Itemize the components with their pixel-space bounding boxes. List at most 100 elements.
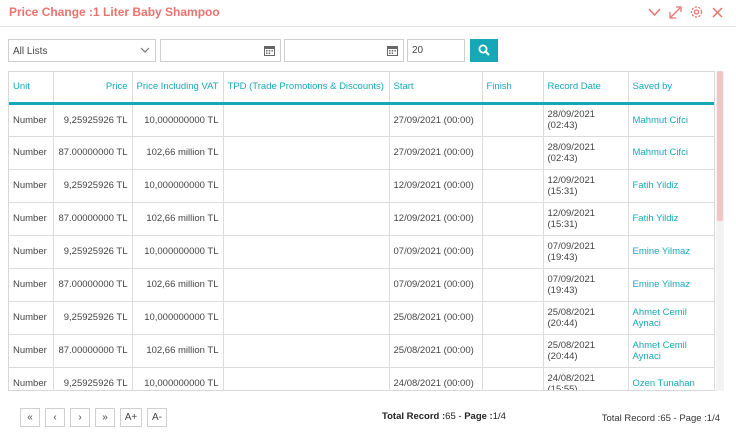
table-header-row: Unit Price Price Including VAT TPD (Trad…: [9, 72, 714, 105]
cell-unit: Number: [9, 136, 54, 170]
cell-start: 12/09/2021 (00:00): [389, 169, 483, 203]
next-page-button[interactable]: ›: [70, 408, 90, 427]
table-row[interactable]: Number 9,25925926 TL 10,000000000 TL 12/09/…: [9, 169, 714, 203]
cell-unit: Number: [9, 301, 54, 335]
cell-record-date: 28/09/2021 (02:43): [543, 103, 629, 137]
table-row[interactable]: Number 9,25925926 TL 10,000000000 TL 25/08/…: [9, 301, 714, 335]
cell-tpd: [223, 136, 390, 170]
cell-saved-by[interactable]: Mahmut Cifci: [628, 103, 714, 137]
start-date-input[interactable]: [160, 39, 281, 62]
cell-record-date: 12/09/2021 (15:31): [543, 169, 629, 203]
cell-price: 9,25925926 TL: [53, 367, 133, 390]
table-row[interactable]: Number 87.00000000 TL 102,66 million TL 07/…: [9, 268, 714, 302]
cell-record-date: 25/08/2021 (20:44): [543, 301, 629, 335]
cell-price: 9,25925926 TL: [53, 235, 133, 269]
cell-saved-by[interactable]: Ahmet Cemil Aynaci: [628, 301, 714, 335]
table-row[interactable]: Number 9,25925926 TL 10,000000000 TL 24/08/…: [9, 367, 714, 390]
cell-start: 24/08/2021 (00:00): [389, 367, 483, 390]
column-header-start[interactable]: Start: [389, 72, 483, 105]
cell-saved-by[interactable]: Ozen Tunahan: [628, 367, 714, 390]
cell-tpd: [223, 301, 390, 335]
cell-finish: [482, 169, 544, 203]
price-change-table: Unit Price Price Including VAT TPD (Trad…: [8, 71, 715, 391]
cell-tpd: [223, 103, 390, 137]
cell-record-date: 07/09/2021 (19:43): [543, 235, 629, 269]
table-scrollbar[interactable]: [716, 71, 724, 391]
page-value: 1/4: [492, 411, 506, 422]
font-increase-button[interactable]: A+: [120, 408, 142, 427]
cell-saved-by[interactable]: Emine Yilmaz: [628, 235, 714, 269]
cell-unit: Number: [9, 367, 54, 390]
cell-price: 87.00000000 TL: [53, 334, 133, 368]
gear-icon[interactable]: [690, 5, 703, 19]
table-row[interactable]: Number 9,25925926 TL 10,000000000 TL 27/09/…: [9, 103, 714, 137]
cell-start: 27/09/2021 (00:00): [389, 103, 483, 137]
end-date-input[interactable]: [284, 39, 404, 62]
cell-finish: [482, 301, 544, 335]
cell-unit: Number: [9, 235, 54, 269]
cell-tpd: [223, 334, 390, 368]
last-page-button[interactable]: »: [95, 408, 115, 427]
total-record-value: 65: [445, 411, 456, 422]
table-row[interactable]: Number 87.00000000 TL 102,66 million TL 25/…: [9, 334, 714, 368]
cell-saved-by[interactable]: Ahmet Cemil Aynaci: [628, 334, 714, 368]
cell-start: 07/09/2021 (00:00): [389, 235, 483, 269]
cell-record-date: 24/08/2021 (15:55): [543, 367, 629, 390]
cell-record-date: 25/08/2021 (20:44): [543, 334, 629, 368]
calendar-icon[interactable]: [264, 45, 275, 56]
column-header-price[interactable]: Price: [53, 72, 133, 105]
cell-finish: [482, 268, 544, 302]
window-header: Price Change :1 Liter Baby Shampoo: [0, 0, 736, 27]
cell-price-incl-vat: 10,000000000 TL: [132, 169, 224, 203]
column-header-tpd[interactable]: TPD (Trade Promotions & Discounts): [223, 72, 390, 105]
table-row[interactable]: Number 87.00000000 TL 102,66 million TL 27/…: [9, 136, 714, 170]
cell-saved-by[interactable]: Emine Yilmaz: [628, 268, 714, 302]
record-count-input[interactable]: [407, 39, 465, 62]
prev-page-button[interactable]: ‹: [45, 408, 65, 427]
close-icon[interactable]: [711, 5, 724, 19]
cell-finish: [482, 103, 544, 137]
total-record-label: Total Record :: [382, 411, 446, 422]
font-decrease-button[interactable]: A-: [147, 408, 167, 427]
cell-tpd: [223, 202, 390, 236]
record-summary-center: Total Record :65 - Page :1/4: [382, 411, 506, 422]
cell-price-incl-vat: 10,000000000 TL: [132, 103, 224, 137]
table-row[interactable]: Number 9,25925926 TL 10,000000000 TL 07/09/…: [9, 235, 714, 269]
column-header-finish[interactable]: Finish: [482, 72, 544, 105]
cell-start: 07/09/2021 (00:00): [389, 268, 483, 302]
search-button[interactable]: [470, 39, 498, 62]
cell-price-incl-vat: 10,000000000 TL: [132, 301, 224, 335]
column-header-record-date[interactable]: Record Date: [543, 72, 629, 105]
list-select[interactable]: All Lists: [8, 39, 156, 62]
cell-price: 9,25925926 TL: [53, 103, 133, 137]
calendar-icon[interactable]: [387, 45, 398, 56]
cell-tpd: [223, 268, 390, 302]
list-select-value: All Lists: [13, 46, 48, 57]
table-row[interactable]: Number 87.00000000 TL 102,66 million TL 12/…: [9, 202, 714, 236]
cell-start: 27/09/2021 (00:00): [389, 136, 483, 170]
cell-price: 87.00000000 TL: [53, 136, 133, 170]
cell-record-date: 28/09/2021 (02:43): [543, 136, 629, 170]
cell-start: 25/08/2021 (00:00): [389, 334, 483, 368]
cell-start: 12/09/2021 (00:00): [389, 202, 483, 236]
first-page-button[interactable]: «: [20, 408, 40, 427]
cell-record-date: 07/09/2021 (19:43): [543, 268, 629, 302]
chevron-down-icon[interactable]: [648, 5, 661, 19]
scrollbar-thumb[interactable]: [717, 71, 723, 221]
column-header-price-incl-vat[interactable]: Price Including VAT: [132, 72, 224, 105]
cell-price: 9,25925926 TL: [53, 301, 133, 335]
cell-unit: Number: [9, 103, 54, 137]
cell-price-incl-vat: 102,66 million TL: [132, 268, 224, 302]
column-header-saved-by[interactable]: Saved by: [628, 72, 714, 105]
window-controls: [648, 5, 724, 19]
cell-saved-by[interactable]: Fatih Yildiz: [628, 202, 714, 236]
column-header-unit[interactable]: Unit: [9, 72, 54, 105]
page-label: Page :: [464, 411, 493, 422]
cell-saved-by[interactable]: Fatih Yildiz: [628, 169, 714, 203]
search-icon: [478, 44, 490, 56]
cell-saved-by[interactable]: Mahmut Cifci: [628, 136, 714, 170]
expand-icon[interactable]: [669, 5, 682, 19]
cell-tpd: [223, 367, 390, 390]
record-summary-right: Total Record :65 - Page :1/4: [601, 413, 720, 424]
cell-finish: [482, 367, 544, 390]
